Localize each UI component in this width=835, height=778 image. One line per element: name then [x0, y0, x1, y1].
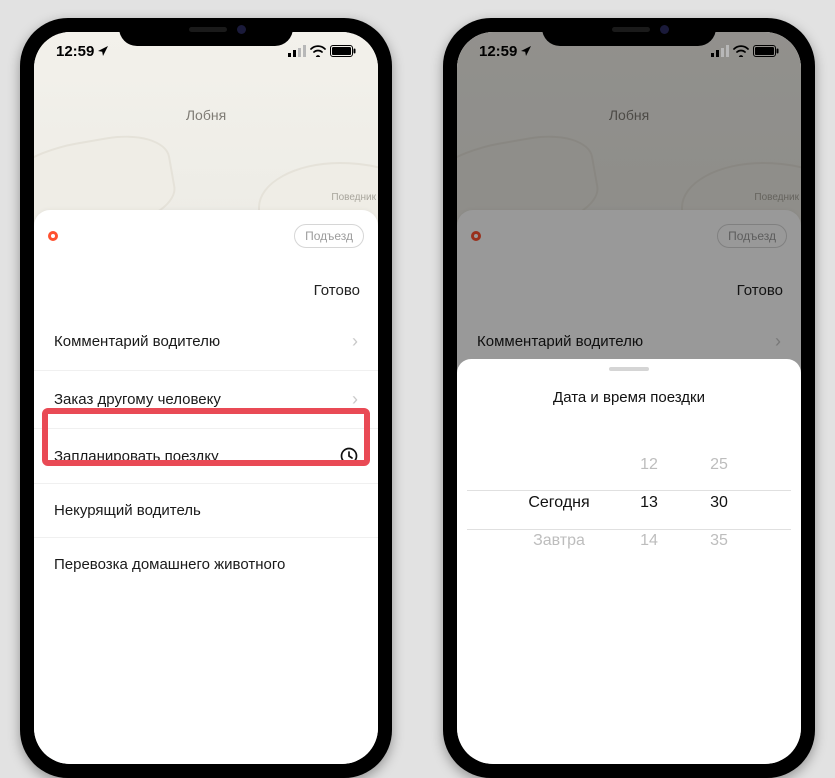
wheel-hour-cell[interactable]: 12 — [614, 446, 684, 484]
wheel-hour-cell[interactable]: 13 — [614, 484, 684, 522]
status-time: 12:59 — [56, 43, 94, 60]
origin-dot-icon — [48, 231, 58, 241]
cellular-icon — [288, 45, 306, 57]
option-label: Перевозка домашнего животного — [54, 556, 285, 573]
wheel-minute-cell[interactable]: 25 — [684, 446, 754, 484]
wheel-day-cell[interactable] — [504, 446, 614, 484]
option-label: Заказ другому человеку — [54, 391, 221, 408]
chevron-right-icon: › — [775, 331, 781, 352]
location-arrow-icon — [97, 45, 109, 57]
done-button[interactable]: Готово — [737, 282, 783, 299]
entrance-button[interactable]: Подъезд — [294, 224, 364, 248]
option-label: Комментарий водителю — [477, 333, 643, 350]
status-time: 12:59 — [479, 43, 517, 60]
wheel-day-cell[interactable] — [504, 426, 614, 446]
wheel-hour-cell[interactable]: 14 — [614, 522, 684, 560]
notch — [119, 18, 293, 46]
wheel-minute-cell[interactable]: 35 — [684, 522, 754, 560]
picker-title: Дата и время поездки — [457, 371, 801, 426]
phone-left: 12:59 Лобня Поведник Подъезд — [20, 18, 392, 778]
wifi-icon — [733, 45, 749, 57]
chevron-right-icon: › — [352, 331, 358, 352]
option-schedule-trip[interactable]: Запланировать поездку — [34, 429, 378, 484]
map-city-label: Лобня — [186, 107, 226, 123]
option-label: Запланировать поездку — [54, 448, 219, 465]
option-driver-comment[interactable]: Комментарий водителю › — [34, 313, 378, 371]
wheel-minute-cell[interactable]: 30 — [684, 484, 754, 522]
battery-icon — [330, 45, 356, 57]
screen-right: 12:59 Лобня Поведник Подъезд — [457, 32, 801, 764]
option-order-for-other[interactable]: Заказ другому человеку › — [34, 371, 378, 429]
wheel-hour-cell[interactable] — [614, 426, 684, 446]
phone-right: 12:59 Лобня Поведник Подъезд — [443, 18, 815, 778]
cellular-icon — [711, 45, 729, 57]
option-pet-transport[interactable]: Перевозка домашнего животного — [34, 538, 378, 591]
notch — [542, 18, 716, 46]
option-label: Комментарий водителю — [54, 333, 220, 350]
clock-icon — [340, 447, 358, 465]
battery-icon — [753, 45, 779, 57]
location-arrow-icon — [520, 45, 532, 57]
picker-wheels[interactable]: 12 25 Сегодня 13 30 Завтра 14 35 — [457, 426, 801, 596]
done-button[interactable]: Готово — [314, 282, 360, 299]
wheel-minute-cell[interactable] — [684, 426, 754, 446]
screen-left: 12:59 Лобня Поведник Подъезд — [34, 32, 378, 764]
datetime-picker-sheet: Дата и время поездки 12 25 Сегодня 13 30 — [457, 359, 801, 764]
map-edge-label: Поведник — [331, 192, 376, 203]
wheel-day-cell[interactable]: Сегодня — [504, 484, 614, 522]
wheel-day-cell[interactable]: Завтра — [504, 522, 614, 560]
chevron-right-icon: › — [352, 389, 358, 410]
option-nonsmoking-driver[interactable]: Некурящий водитель — [34, 484, 378, 538]
option-label: Некурящий водитель — [54, 502, 201, 519]
options-sheet-dimmed: Готово Комментарий водителю › — [457, 268, 801, 370]
wifi-icon — [310, 45, 326, 57]
options-sheet: Готово Комментарий водителю › Заказ друг… — [34, 268, 378, 764]
